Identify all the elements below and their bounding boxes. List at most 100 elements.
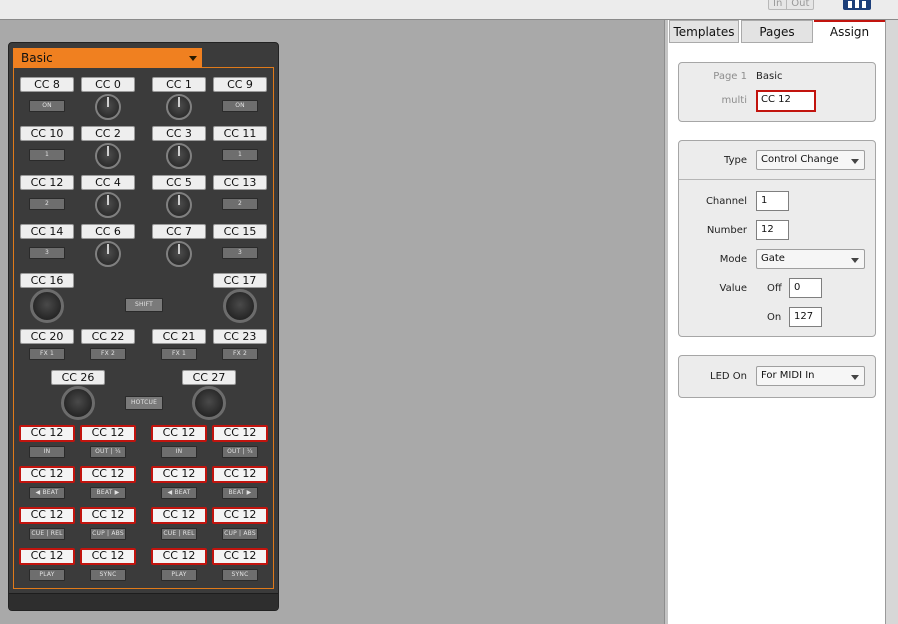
cc-label-selected[interactable]: CC 12 bbox=[212, 425, 268, 442]
tab-pages[interactable]: Pages bbox=[741, 20, 813, 43]
knob[interactable] bbox=[166, 241, 192, 267]
big-knob-left[interactable] bbox=[30, 289, 64, 323]
assignment-name-field[interactable]: CC 12 bbox=[756, 90, 816, 112]
hw-button-2-left[interactable]: 2 bbox=[29, 198, 65, 210]
cc-label-button[interactable]: CC 22 bbox=[81, 329, 135, 344]
hotcue-button[interactable]: HOTCUE bbox=[125, 396, 163, 410]
chevron-down-icon bbox=[189, 56, 197, 61]
cc-label-button[interactable]: CC 10 bbox=[20, 126, 74, 141]
out-button[interactable]: Out bbox=[786, 0, 813, 9]
cc-label-selected[interactable]: CC 12 bbox=[212, 466, 268, 483]
shift-button[interactable]: SHIFT bbox=[125, 298, 163, 312]
mode-dropdown[interactable]: Gate bbox=[756, 249, 865, 269]
cc-label-button[interactable]: CC 23 bbox=[213, 329, 267, 344]
hw-button-3-left[interactable]: 3 bbox=[29, 247, 65, 259]
hw-button-3-right[interactable]: 3 bbox=[222, 247, 258, 259]
cc-label-big-knob[interactable]: CC 27 bbox=[182, 370, 236, 385]
cup-abs-button-right[interactable]: CUP | ABS bbox=[222, 528, 258, 540]
beat-forward-button-right[interactable]: BEAT ▶ bbox=[222, 487, 258, 499]
knob[interactable] bbox=[95, 94, 121, 120]
cc-label-button[interactable]: CC 21 bbox=[152, 329, 206, 344]
in-out-toggle[interactable]: In Out bbox=[768, 0, 815, 10]
big-knob-left[interactable] bbox=[61, 386, 95, 420]
cc-label-button[interactable]: CC 9 bbox=[213, 77, 267, 92]
knob[interactable] bbox=[95, 143, 121, 169]
cc-label-knob[interactable]: CC 3 bbox=[152, 126, 206, 141]
channel-field[interactable]: 1 bbox=[756, 191, 789, 211]
cc-label-knob[interactable]: CC 6 bbox=[81, 224, 135, 239]
native-instruments-logo-icon[interactable] bbox=[843, 0, 871, 10]
hw-button-on-left[interactable]: ON bbox=[29, 100, 65, 112]
cc-label-knob[interactable]: CC 0 bbox=[81, 77, 135, 92]
cc-label-selected[interactable]: CC 12 bbox=[80, 466, 136, 483]
cue-rel-button-right[interactable]: CUE | REL bbox=[161, 528, 197, 540]
cc-label-knob[interactable]: CC 1 bbox=[152, 77, 206, 92]
led-on-dropdown[interactable]: For MIDI In bbox=[756, 366, 865, 386]
tab-templates[interactable]: Templates bbox=[669, 20, 739, 43]
cc-label-big-knob[interactable]: CC 26 bbox=[51, 370, 105, 385]
fx1-button-right[interactable]: FX 1 bbox=[161, 348, 197, 360]
cc-label-selected[interactable]: CC 12 bbox=[19, 425, 75, 442]
fx1-button-left[interactable]: FX 1 bbox=[29, 348, 65, 360]
cc-label-button[interactable]: CC 8 bbox=[20, 77, 74, 92]
knob[interactable] bbox=[166, 94, 192, 120]
big-knob-right[interactable] bbox=[223, 289, 257, 323]
cc-label-knob[interactable]: CC 4 bbox=[81, 175, 135, 190]
fx2-button-right[interactable]: FX 2 bbox=[222, 348, 258, 360]
cc-label-big-knob[interactable]: CC 17 bbox=[213, 273, 267, 288]
cc-label-button[interactable]: CC 13 bbox=[213, 175, 267, 190]
out-button-left[interactable]: OUT | ¼ bbox=[90, 446, 126, 458]
cc-label-selected[interactable]: CC 12 bbox=[80, 425, 136, 442]
cc-label-button[interactable]: CC 15 bbox=[213, 224, 267, 239]
cc-label-selected[interactable]: CC 12 bbox=[151, 466, 207, 483]
cc-label-knob[interactable]: CC 5 bbox=[152, 175, 206, 190]
off-value-field[interactable]: 0 bbox=[789, 278, 822, 298]
cc-label-button[interactable]: CC 12 bbox=[20, 175, 74, 190]
hw-button-1-left[interactable]: 1 bbox=[29, 149, 65, 161]
type-dropdown[interactable]: Control Change bbox=[756, 150, 865, 170]
knob[interactable] bbox=[166, 192, 192, 218]
cc-label-knob[interactable]: CC 2 bbox=[81, 126, 135, 141]
knob[interactable] bbox=[166, 143, 192, 169]
beat-forward-button-left[interactable]: BEAT ▶ bbox=[90, 487, 126, 499]
cc-label-selected[interactable]: CC 12 bbox=[212, 548, 268, 565]
mode-value: Gate bbox=[761, 253, 785, 264]
cc-label-selected[interactable]: CC 12 bbox=[19, 548, 75, 565]
hw-button-1-right[interactable]: 1 bbox=[222, 149, 258, 161]
number-field[interactable]: 12 bbox=[756, 220, 789, 240]
cc-label-button[interactable]: CC 20 bbox=[20, 329, 74, 344]
hw-button-2-right[interactable]: 2 bbox=[222, 198, 258, 210]
beat-back-button-left[interactable]: ◀ BEAT bbox=[29, 487, 65, 499]
cc-label-selected[interactable]: CC 12 bbox=[151, 548, 207, 565]
sync-button-right[interactable]: SYNC bbox=[222, 569, 258, 581]
cc-label-knob[interactable]: CC 7 bbox=[152, 224, 206, 239]
cc-label-selected[interactable]: CC 12 bbox=[151, 425, 207, 442]
hw-button-on-right[interactable]: ON bbox=[222, 100, 258, 112]
in-button-right[interactable]: IN bbox=[161, 446, 197, 458]
cc-label-big-knob[interactable]: CC 16 bbox=[20, 273, 74, 288]
cc-label-button[interactable]: CC 11 bbox=[213, 126, 267, 141]
big-knob-right[interactable] bbox=[192, 386, 226, 420]
knob[interactable] bbox=[95, 241, 121, 267]
cc-label-selected[interactable]: CC 12 bbox=[212, 507, 268, 524]
play-button-left[interactable]: PLAY bbox=[29, 569, 65, 581]
cc-label-selected[interactable]: CC 12 bbox=[80, 507, 136, 524]
cc-label-selected[interactable]: CC 12 bbox=[19, 507, 75, 524]
beat-back-button-right[interactable]: ◀ BEAT bbox=[161, 487, 197, 499]
sync-button-left[interactable]: SYNC bbox=[90, 569, 126, 581]
tab-assign[interactable]: Assign bbox=[814, 20, 885, 43]
fx2-button-left[interactable]: FX 2 bbox=[90, 348, 126, 360]
cc-label-selected[interactable]: CC 12 bbox=[80, 548, 136, 565]
out-button-right[interactable]: OUT | ¼ bbox=[222, 446, 258, 458]
cc-label-selected[interactable]: CC 12 bbox=[151, 507, 207, 524]
knob[interactable] bbox=[95, 192, 121, 218]
cc-label-button[interactable]: CC 14 bbox=[20, 224, 74, 239]
cc-label-selected[interactable]: CC 12 bbox=[19, 466, 75, 483]
on-value-field[interactable]: 127 bbox=[789, 307, 822, 327]
in-button[interactable]: In bbox=[769, 0, 786, 9]
cue-rel-button-left[interactable]: CUE | REL bbox=[29, 528, 65, 540]
cup-abs-button-left[interactable]: CUP | ABS bbox=[90, 528, 126, 540]
play-button-right[interactable]: PLAY bbox=[161, 569, 197, 581]
in-button-left[interactable]: IN bbox=[29, 446, 65, 458]
template-select[interactable]: Basic bbox=[13, 48, 202, 68]
